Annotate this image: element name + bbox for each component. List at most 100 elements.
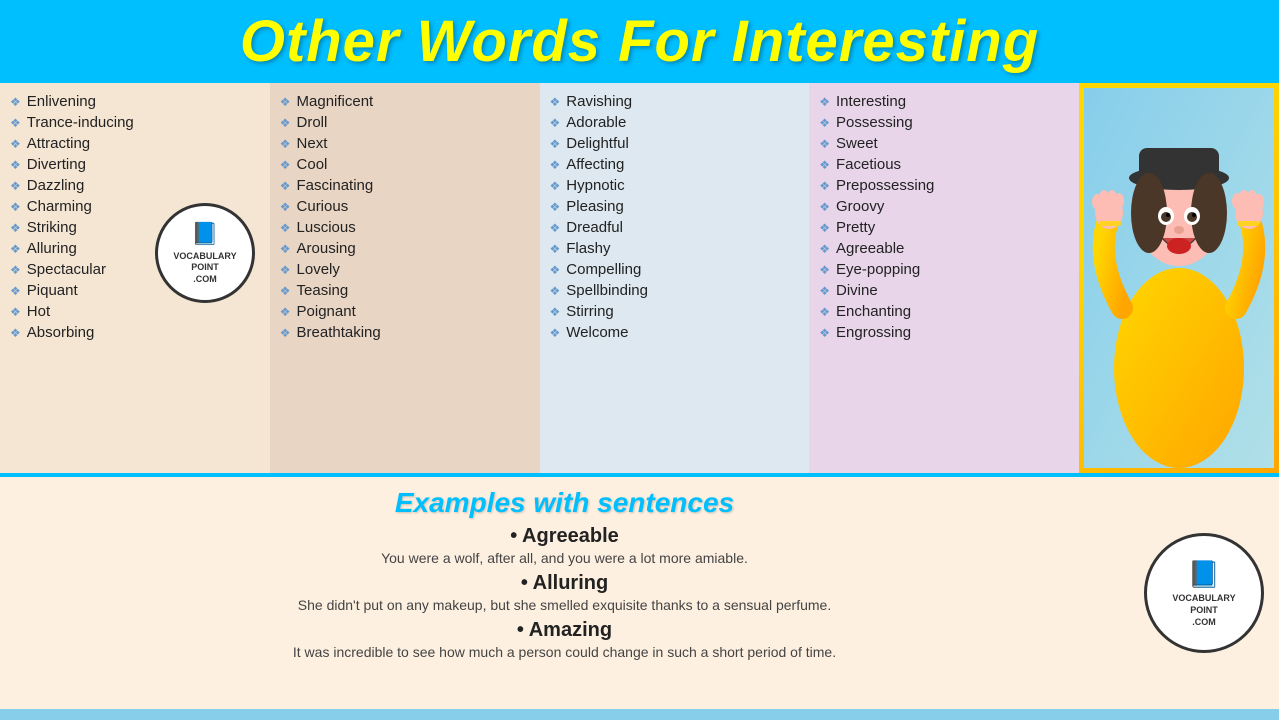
logo-icon: 📘 [191,220,218,249]
list-item: ❖Delightful [550,133,800,154]
diamond-icon: ❖ [819,284,830,298]
diamond-icon: ❖ [819,326,830,340]
diamond-icon: ❖ [10,221,21,235]
list-item: ❖Magnificent [280,91,530,112]
word-text: Alluring [27,240,77,257]
examples-content: Examples with sentences • Agreeable You … [0,477,1129,709]
diamond-icon: ❖ [550,284,561,298]
diamond-icon: ❖ [10,158,21,172]
word-column-2: ❖Magnificent❖Droll❖Next❖Cool❖Fascinating… [270,83,540,473]
list-item: ❖Compelling [550,259,800,280]
bottom-logo-section: 📘 VOCABULARYPOINT.COM [1129,477,1279,709]
diamond-icon: ❖ [280,221,291,235]
word-text: Spectacular [27,261,106,278]
diamond-icon: ❖ [10,242,21,256]
word-text: Sweet [836,135,878,152]
logo-text: VOCABULARYPOINT.COM [173,251,236,286]
word-text: Poignant [297,303,356,320]
list-item: ❖Attracting [10,133,260,154]
list-item: ❖Prepossessing [819,175,1069,196]
list-item: ❖Spellbinding [550,280,800,301]
word-text: Welcome [566,324,628,341]
diamond-icon: ❖ [550,242,561,256]
word-text: Groovy [836,198,884,215]
list-item: ❖Dreadful [550,217,800,238]
diamond-icon: ❖ [550,158,561,172]
word-text: Prepossessing [836,177,934,194]
example-sentence-3: It was incredible to see how much a pers… [30,644,1099,660]
person-image [1079,83,1279,473]
diamond-icon: ❖ [819,116,830,130]
word-text: Compelling [566,261,641,278]
word-text: Ravishing [566,93,632,110]
list-item: ❖ Engrossing [819,322,1069,343]
diamond-icon: ❖ [10,305,21,319]
example-word-2: • Alluring [30,572,1099,595]
diamond-icon: ❖ [819,305,830,319]
word-text: Charming [27,198,92,215]
diamond-icon: ❖ [819,221,830,235]
word-text: Enlivening [27,93,96,110]
word-text: Flashy [566,240,610,257]
list-item: ❖Pleasing [550,196,800,217]
list-item: ❖ Welcome [550,322,800,343]
list-item: ❖Facetious [819,154,1069,175]
diamond-icon: ❖ [550,137,561,151]
list-item: ❖Groovy [819,196,1069,217]
list-item: ❖Pretty [819,217,1069,238]
list-item: ❖ Luscious [280,217,530,238]
diamond-icon: ❖ [819,263,830,277]
word-text: Divine [836,282,878,299]
word-text: Hot [27,303,50,320]
diamond-icon: ❖ [819,242,830,256]
word-text: Arousing [297,240,356,257]
list-item: ❖Next [280,133,530,154]
word-text: Next [297,135,328,152]
word-text: Droll [297,114,328,131]
word-text: Striking [27,219,77,236]
list-item: ❖ Divine [819,280,1069,301]
diamond-icon: ❖ [550,116,561,130]
word-text: Curious [297,198,349,215]
word-text: Eye-popping [836,261,920,278]
example-1: • Agreeable You were a wolf, after all, … [30,525,1099,566]
word-text: Pleasing [566,198,624,215]
diamond-icon: ❖ [280,263,291,277]
word-text: Agreeable [836,240,904,257]
example-sentence-2: She didn't put on any makeup, but she sm… [30,597,1099,613]
list-item: ❖Breathtaking [280,322,530,343]
list-item: ❖ Hot [10,301,260,322]
diamond-icon: ❖ [10,137,21,151]
example-word-3: • Amazing [30,619,1099,642]
diamond-icon: ❖ [280,200,291,214]
list-item: ❖ Agreeable [819,238,1069,259]
list-item: ❖Lovely [280,259,530,280]
diamond-icon: ❖ [819,137,830,151]
header-section: Other Words For Interesting [0,0,1279,83]
word-text: Trance-inducing [27,114,134,131]
list-item: ❖ Enchanting [819,301,1069,322]
diamond-icon: ❖ [550,95,561,109]
example-2: • Alluring She didn't put on any makeup,… [30,572,1099,613]
diamond-icon: ❖ [280,284,291,298]
list-item: ❖Poignant [280,301,530,322]
word-text: Diverting [27,156,86,173]
list-item: ❖Affecting [550,154,800,175]
diamond-icon: ❖ [280,158,291,172]
diamond-icon: ❖ [550,326,561,340]
word-text: Luscious [297,219,356,236]
list-item: ❖ Curious [280,196,530,217]
examples-title: Examples with sentences [30,487,1099,519]
word-text: Enchanting [836,303,911,320]
list-item: ❖Trance-inducing [10,112,260,133]
list-item: ❖Interesting [819,91,1069,112]
bottom-section: Examples with sentences • Agreeable You … [0,473,1279,709]
list-item: ❖Absorbing [10,322,260,343]
example-word-1: • Agreeable [30,525,1099,548]
list-item: ❖Cool [280,154,530,175]
diamond-icon: ❖ [280,179,291,193]
page-title: Other Words For Interesting [10,8,1269,75]
list-item: ❖Enlivening [10,91,260,112]
word-text: Engrossing [836,324,911,341]
diamond-icon: ❖ [280,242,291,256]
